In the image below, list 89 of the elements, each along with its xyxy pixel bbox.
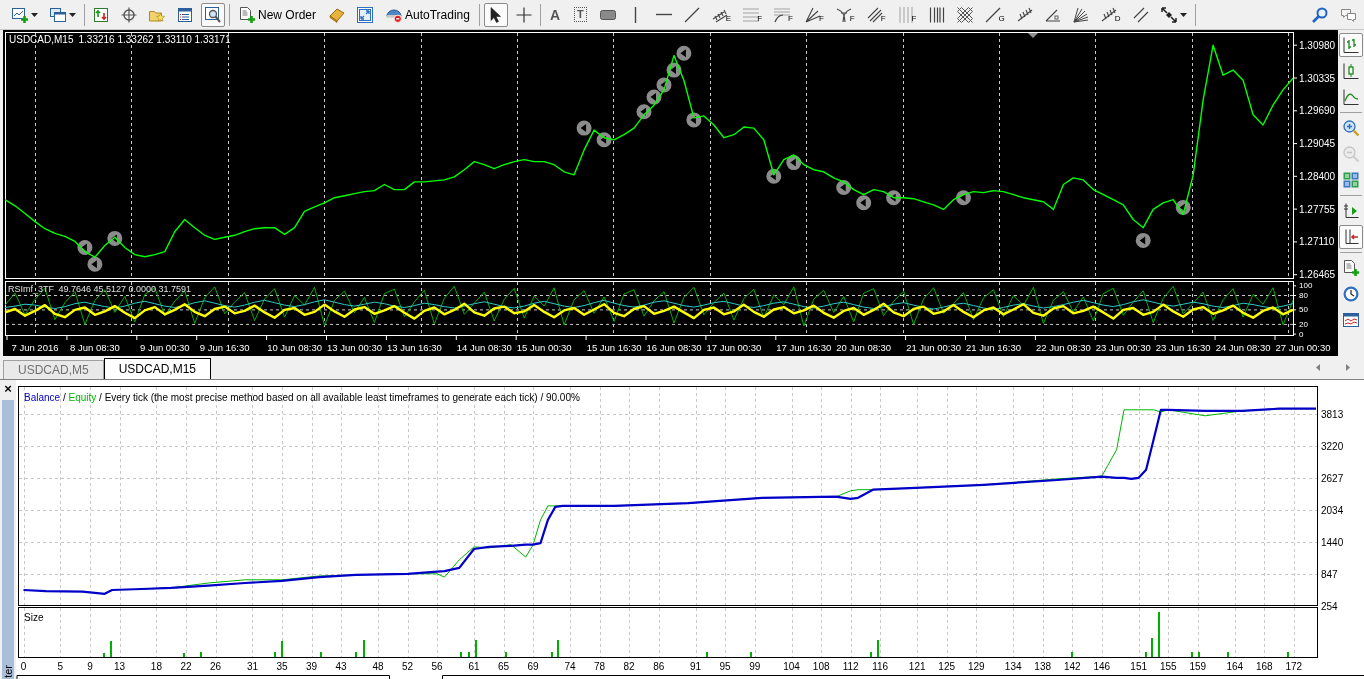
trade-axis-label: 82: [623, 660, 635, 672]
indicator-scale-label: 0: [1299, 329, 1304, 339]
date-axis-label: 17 Jun 16:30: [776, 341, 832, 353]
indicator-scale-label: 20: [1299, 319, 1308, 329]
price-axis-label: 1.29690: [1299, 105, 1336, 117]
date-axis-label: 24 Jun 08:30: [1215, 341, 1271, 353]
price-axis-label: 1.26465: [1299, 269, 1336, 281]
graph-legend: Balance / Equity / Every tick (the most precise method based on all available least timeframes to generate each tick) / 90.00%: [24, 391, 580, 403]
price-axis-label: 1.27110: [1299, 236, 1335, 248]
trade-axis-label: 172: [1285, 660, 1303, 672]
trade-axis-label: 69: [527, 660, 539, 672]
indicator-readings: 49.7646 45.5127 0.0000 31.7591: [58, 284, 192, 294]
value-axis-label: 3220: [1321, 440, 1344, 452]
trade-axis-label: 48: [372, 660, 384, 672]
indicator-scale-label: 80: [1299, 291, 1308, 300]
trade-axis-label: 142: [1063, 660, 1081, 672]
trade-axis-label: 168: [1255, 660, 1273, 672]
date-axis-label: 14 Jun 08:30: [456, 341, 512, 353]
date-axis-label: 13 Jun 00:30: [327, 341, 382, 353]
date-axis-label: 23 Jun 16:30: [1155, 341, 1211, 353]
date-axis-label: 21 Jun 00:30: [906, 341, 962, 353]
trade-axis-label: 155: [1159, 660, 1177, 672]
value-axis-label: 2034: [1321, 504, 1344, 516]
date-axis-label: 17 Jun 00:30: [706, 341, 762, 353]
trade-axis-label: 35: [276, 660, 288, 672]
value-axis-label: 847: [1321, 568, 1338, 580]
trade-axis-label: 108: [812, 660, 830, 672]
trade-axis-label: 125: [938, 660, 956, 672]
trade-axis-label: 116: [872, 660, 889, 672]
date-axis-label: 21 Jun 16:30: [966, 341, 1021, 353]
trade-axis-label: 91: [690, 660, 702, 672]
trade-axis-label: 52: [402, 660, 414, 672]
price-axis-label: 1.30980: [1299, 39, 1336, 51]
trade-axis-label: 121: [908, 660, 926, 672]
trade-axis-label: 134: [1004, 660, 1022, 672]
trade-axis-label: 86: [653, 660, 665, 672]
value-axis-label: 3813: [1321, 408, 1344, 420]
trade-axis-label: 5: [57, 660, 64, 672]
date-axis-label: 7 Jun 2016: [11, 341, 59, 353]
value-axis-label: 2627: [1321, 472, 1344, 484]
date-axis-label: 22 Jun 08:30: [1035, 341, 1091, 353]
trade-axis-label: 95: [719, 660, 731, 672]
trade-axis-label: 78: [594, 660, 606, 672]
trade-axis-label: 164: [1226, 660, 1244, 672]
trade-axis-label: 18: [150, 660, 162, 672]
trade-axis-label: 138: [1034, 660, 1052, 672]
trade-axis-label: 146: [1093, 660, 1111, 672]
trade-axis-label: 74: [564, 660, 576, 672]
indicator-scale-label: 100: [1299, 281, 1313, 291]
date-axis-label: 23 Jun 00:30: [1095, 341, 1151, 353]
chart-symbol-label: USDCAD,M15: [9, 33, 74, 45]
trade-axis-label: 104: [783, 660, 800, 672]
indicator-name: RSImf_3TF: [8, 284, 54, 294]
trade-axis-label: 9: [87, 660, 93, 672]
date-axis-label: 16 Jun 08:30: [646, 341, 702, 353]
trade-axis-label: 61: [468, 660, 480, 672]
date-axis-label: 13 Jun 16:30: [386, 341, 442, 353]
date-axis-label: 9 Jun 00:30: [139, 341, 190, 353]
date-axis-label: 27 Jun 00:30: [1275, 341, 1331, 353]
trade-axis-label: 13: [113, 660, 126, 672]
trade-axis-label: 31: [246, 660, 259, 672]
price-axis-label: 1.30335: [1299, 72, 1336, 84]
trade-axis-label: 112: [842, 660, 859, 672]
trade-axis-label: 26: [209, 660, 222, 672]
trade-axis-label: 159: [1189, 660, 1207, 672]
date-axis-label: 20 Jun 08:30: [836, 341, 892, 353]
trade-axis-label: 99: [749, 660, 761, 672]
trade-axis-label: 56: [431, 660, 443, 672]
trade-axis-label: 151: [1130, 660, 1148, 672]
trade-axis-label: 39: [305, 660, 318, 672]
date-axis-label: 9 Jun 16:30: [199, 341, 250, 353]
panel-title: ter: [2, 665, 14, 679]
price-axis-label: 1.28400: [1299, 170, 1336, 182]
value-axis-label: 254: [1321, 600, 1338, 612]
date-axis-label: 15 Jun 00:30: [516, 341, 572, 353]
size-label: Size: [24, 611, 44, 623]
trade-axis-label: 43: [335, 660, 347, 672]
trade-axis-label: 22: [180, 660, 192, 672]
trade-axis-label: 65: [498, 660, 510, 672]
date-axis-label: 10 Jun 08:30: [267, 341, 323, 353]
date-axis-label: 8 Jun 08:30: [70, 341, 120, 353]
date-axis-label: 15 Jun 16:30: [586, 341, 642, 353]
price-axis-label: 1.29045: [1299, 138, 1336, 150]
price-axis-label: 1.27755: [1299, 203, 1336, 215]
trade-axis-label: 0: [20, 660, 27, 672]
ohlc-readings: 1.33216 1.33262 1.33110 1.33171: [78, 33, 231, 45]
value-axis-label: 1440: [1321, 536, 1344, 548]
trade-axis-label: 129: [967, 660, 985, 672]
indicator-scale-label: 50: [1299, 305, 1308, 315]
